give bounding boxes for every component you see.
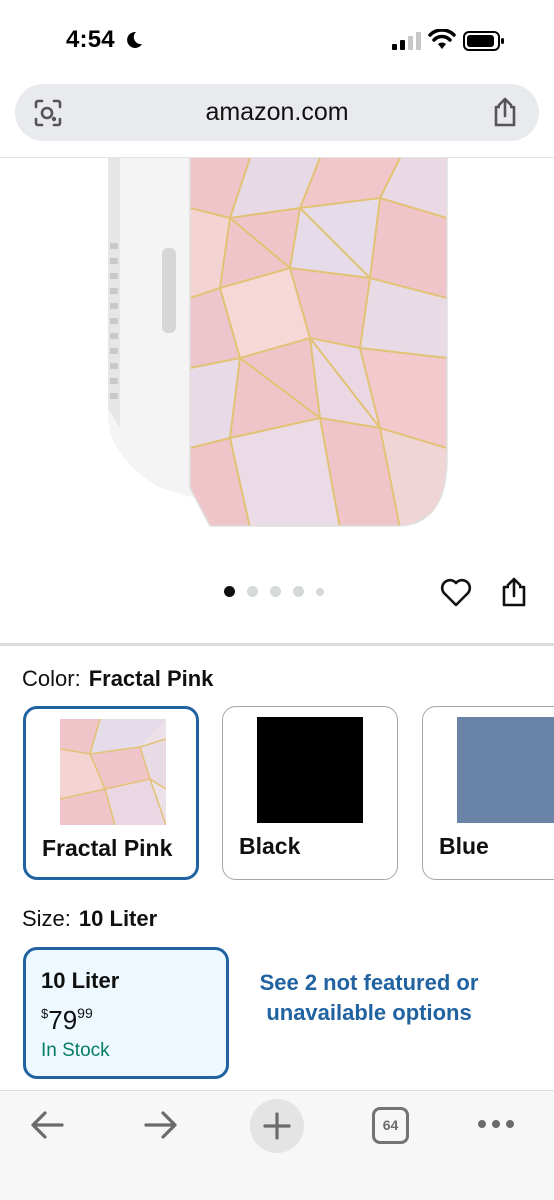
price-fraction: 99 — [77, 1005, 93, 1021]
price-symbol: $ — [41, 1006, 49, 1021]
url-text[interactable]: amazon.com — [15, 98, 539, 127]
forward-arrow-icon[interactable] — [142, 1105, 180, 1145]
see-more-options-link[interactable]: See 2 not featured or unavailable option… — [250, 968, 488, 1028]
wifi-icon — [428, 29, 456, 49]
product-image[interactable] — [100, 158, 454, 538]
price-whole: 79 — [48, 1005, 78, 1035]
tab-count: 64 — [382, 1117, 399, 1133]
carousel-dots[interactable] — [224, 586, 324, 597]
color-swatch-fractal-pink[interactable]: Fractal Pink — [23, 706, 199, 880]
swatch-image-black — [257, 717, 363, 823]
address-bar[interactable]: amazon.com — [15, 84, 539, 141]
browser-toolbar: 64 — [0, 1090, 554, 1200]
swatch-label: Fractal Pink — [42, 835, 173, 861]
color-label: Color: Fractal Pink — [22, 666, 213, 692]
size-selected-value: 10 Liter — [78, 906, 158, 931]
color-swatch-black[interactable]: Black — [222, 706, 398, 880]
price: $7999 — [41, 1005, 93, 1036]
section-divider — [0, 643, 554, 646]
swatch-image-fractal-pink — [60, 719, 166, 825]
plus-icon — [263, 1112, 291, 1140]
share-icon[interactable] — [500, 576, 528, 608]
status-bar: 4:54 — [0, 0, 554, 80]
size-option-name: 10 Liter — [41, 968, 120, 993]
swatch-label: Black — [239, 833, 301, 859]
moon-icon — [127, 31, 142, 48]
carousel-dot[interactable] — [316, 587, 324, 596]
carousel-dot[interactable] — [247, 586, 258, 597]
size-label: Size: 10 Liter — [22, 906, 157, 932]
heart-icon[interactable] — [440, 578, 472, 608]
color-swatch-blue[interactable]: Blue — [422, 706, 554, 880]
swatch-image-blue — [457, 717, 554, 823]
tabs-button[interactable]: 64 — [372, 1107, 409, 1144]
color-label-text: Color: — [22, 666, 81, 691]
size-option-10-liter[interactable]: 10 Liter $7999 In Stock — [23, 947, 229, 1079]
back-arrow-icon[interactable] — [28, 1105, 66, 1145]
status-time: 4:54 — [66, 26, 115, 53]
carousel-dot[interactable] — [270, 586, 281, 597]
battery-icon — [463, 31, 504, 51]
share-icon[interactable] — [491, 96, 519, 128]
swatch-label: Blue — [439, 833, 489, 859]
size-label-text: Size: — [22, 906, 71, 931]
color-selected-value: Fractal Pink — [88, 666, 214, 691]
cellular-signal-icon — [392, 32, 421, 50]
new-tab-button[interactable] — [250, 1099, 304, 1153]
carousel-dot[interactable] — [224, 586, 235, 597]
availability-status: In Stock — [41, 1040, 110, 1061]
more-icon[interactable] — [476, 1117, 516, 1131]
carousel-dot[interactable] — [293, 586, 304, 597]
